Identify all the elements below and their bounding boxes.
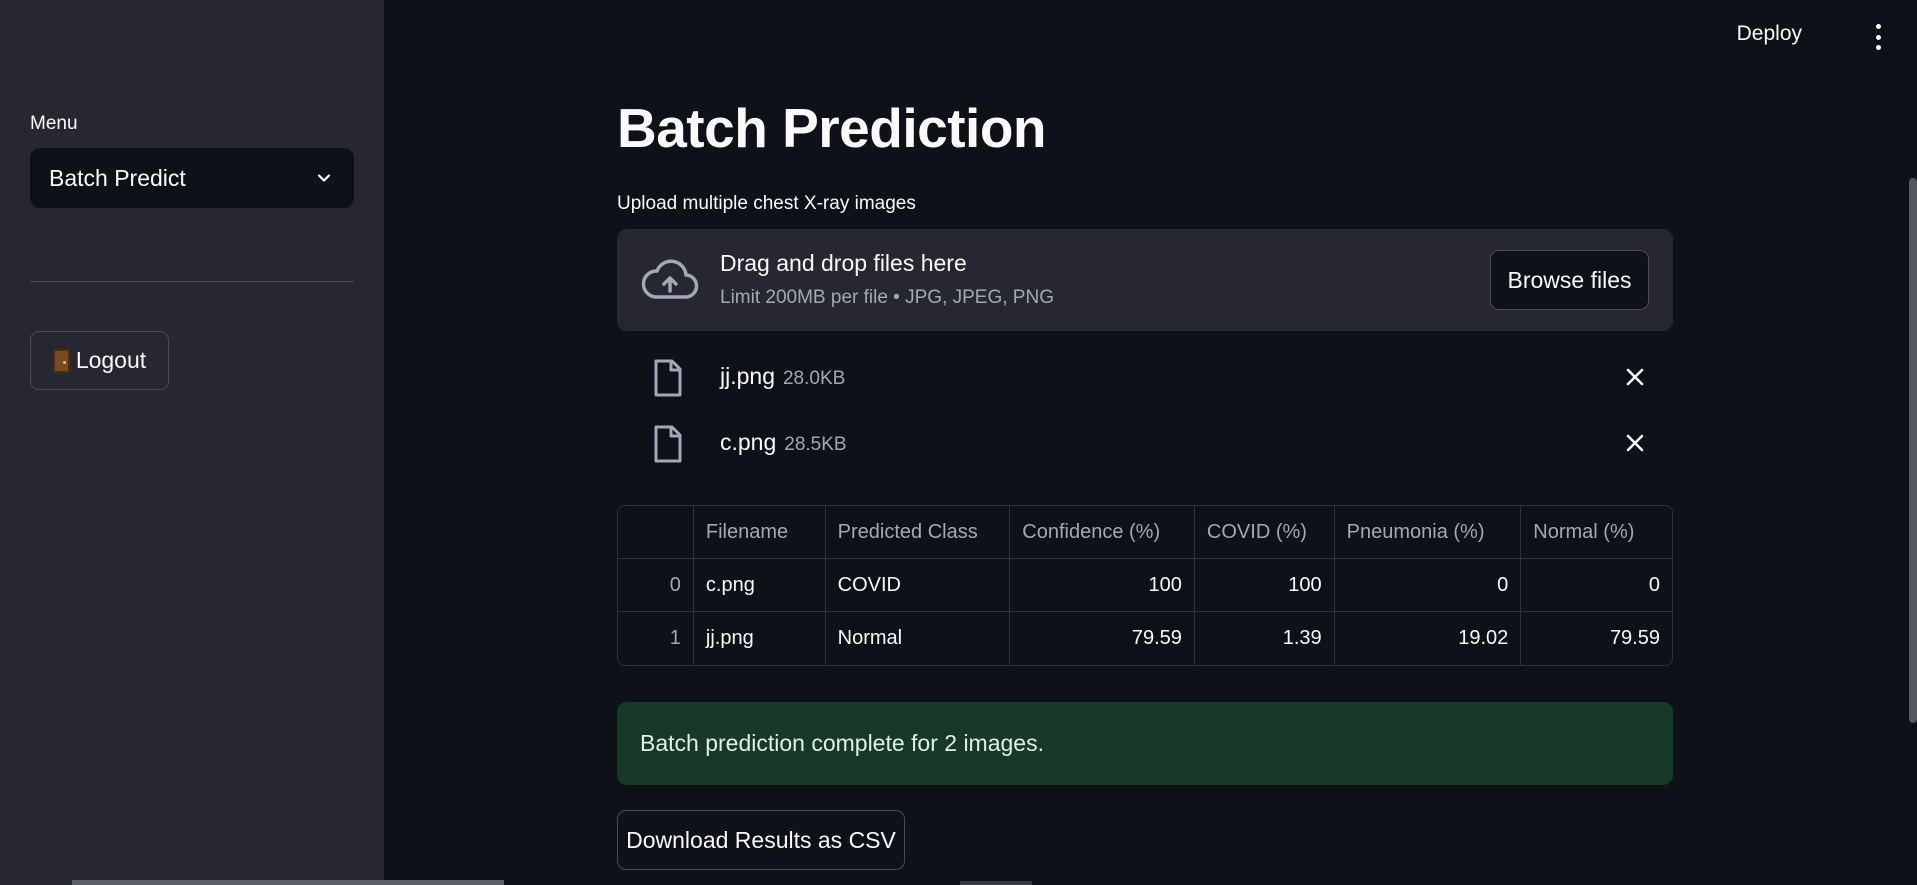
table-cell[interactable]: 19.02 bbox=[1335, 612, 1522, 665]
deploy-button[interactable]: Deploy bbox=[1737, 22, 1802, 46]
menu-select[interactable]: Batch Predict bbox=[30, 148, 354, 208]
table-cell[interactable]: 79.59 bbox=[1521, 612, 1672, 665]
table-cell[interactable]: 100 bbox=[1010, 559, 1195, 611]
table-cell[interactable]: 79.59 bbox=[1010, 612, 1195, 665]
sidebar-divider bbox=[30, 281, 354, 282]
table-cell[interactable]: jj.png bbox=[694, 612, 826, 665]
page-title: Batch Prediction bbox=[617, 97, 1047, 159]
column-header[interactable]: Pneumonia (%) bbox=[1334, 506, 1522, 558]
table-cell[interactable]: 0 bbox=[1335, 559, 1522, 611]
table-cell[interactable]: Normal bbox=[826, 612, 1011, 665]
column-header[interactable]: Filename bbox=[693, 506, 826, 558]
sidebar: Menu Batch Predict Logout bbox=[0, 0, 384, 885]
table-row: 1 jj.png Normal 79.59 1.39 19.02 79.59 bbox=[618, 612, 1672, 665]
table-header-row: Filename Predicted Class Confidence (%) … bbox=[618, 506, 1672, 559]
table-cell[interactable]: 100 bbox=[1195, 559, 1335, 611]
table-cell[interactable]: COVID bbox=[826, 559, 1011, 611]
cloud-upload-icon bbox=[641, 259, 699, 299]
uploaded-file-item: jj.png 28.0KB bbox=[617, 353, 1673, 403]
table-cell[interactable]: 1.39 bbox=[1195, 612, 1335, 665]
chevron-down-icon bbox=[314, 168, 334, 188]
menu-select-value: Batch Predict bbox=[49, 164, 186, 191]
upload-label: Upload multiple chest X-ray images bbox=[617, 193, 916, 214]
vertical-scrollbar[interactable] bbox=[1909, 178, 1917, 723]
menu-label: Menu bbox=[30, 113, 78, 134]
file-icon bbox=[654, 425, 682, 463]
logout-label: Logout bbox=[75, 347, 147, 373]
column-header[interactable]: COVID (%) bbox=[1194, 506, 1335, 558]
success-alert: Batch prediction complete for 2 images. bbox=[617, 702, 1673, 785]
dropzone-subtitle: Limit 200MB per file • JPG, JPEG, PNG bbox=[720, 287, 1054, 308]
column-header[interactable]: Confidence (%) bbox=[1010, 506, 1195, 558]
table-row: 0 c.png COVID 100 100 0 0 bbox=[618, 559, 1672, 612]
results-table[interactable]: Filename Predicted Class Confidence (%) … bbox=[617, 505, 1673, 666]
table-cell[interactable]: c.png bbox=[694, 559, 826, 611]
horizontal-scrollbar-secondary[interactable] bbox=[960, 881, 1032, 885]
remove-file-icon[interactable] bbox=[1623, 431, 1647, 455]
column-header[interactable]: Normal (%) bbox=[1521, 506, 1672, 558]
more-options-icon[interactable] bbox=[1873, 24, 1883, 50]
file-name: c.png 28.5KB bbox=[720, 429, 847, 455]
file-dropzone[interactable]: Drag and drop files here Limit 200MB per… bbox=[617, 229, 1673, 331]
row-index: 0 bbox=[618, 559, 694, 611]
column-header[interactable]: Predicted Class bbox=[825, 506, 1011, 558]
file-icon bbox=[654, 359, 682, 397]
file-size: 28.0KB bbox=[782, 368, 846, 389]
logout-button[interactable]: Logout bbox=[30, 331, 169, 390]
dropzone-title: Drag and drop files here bbox=[720, 250, 967, 276]
row-index: 1 bbox=[618, 612, 694, 665]
column-header[interactable] bbox=[618, 506, 694, 558]
door-icon bbox=[52, 348, 70, 373]
browse-files-button[interactable]: Browse files bbox=[1490, 250, 1649, 310]
uploaded-file-item: c.png 28.5KB bbox=[617, 419, 1673, 469]
remove-file-icon[interactable] bbox=[1623, 365, 1647, 389]
download-csv-button[interactable]: Download Results as CSV bbox=[617, 810, 905, 870]
table-cell[interactable]: 0 bbox=[1521, 559, 1672, 611]
horizontal-scrollbar[interactable] bbox=[72, 880, 504, 885]
file-name: jj.png 28.0KB bbox=[720, 363, 846, 389]
file-size: 28.5KB bbox=[784, 434, 847, 455]
